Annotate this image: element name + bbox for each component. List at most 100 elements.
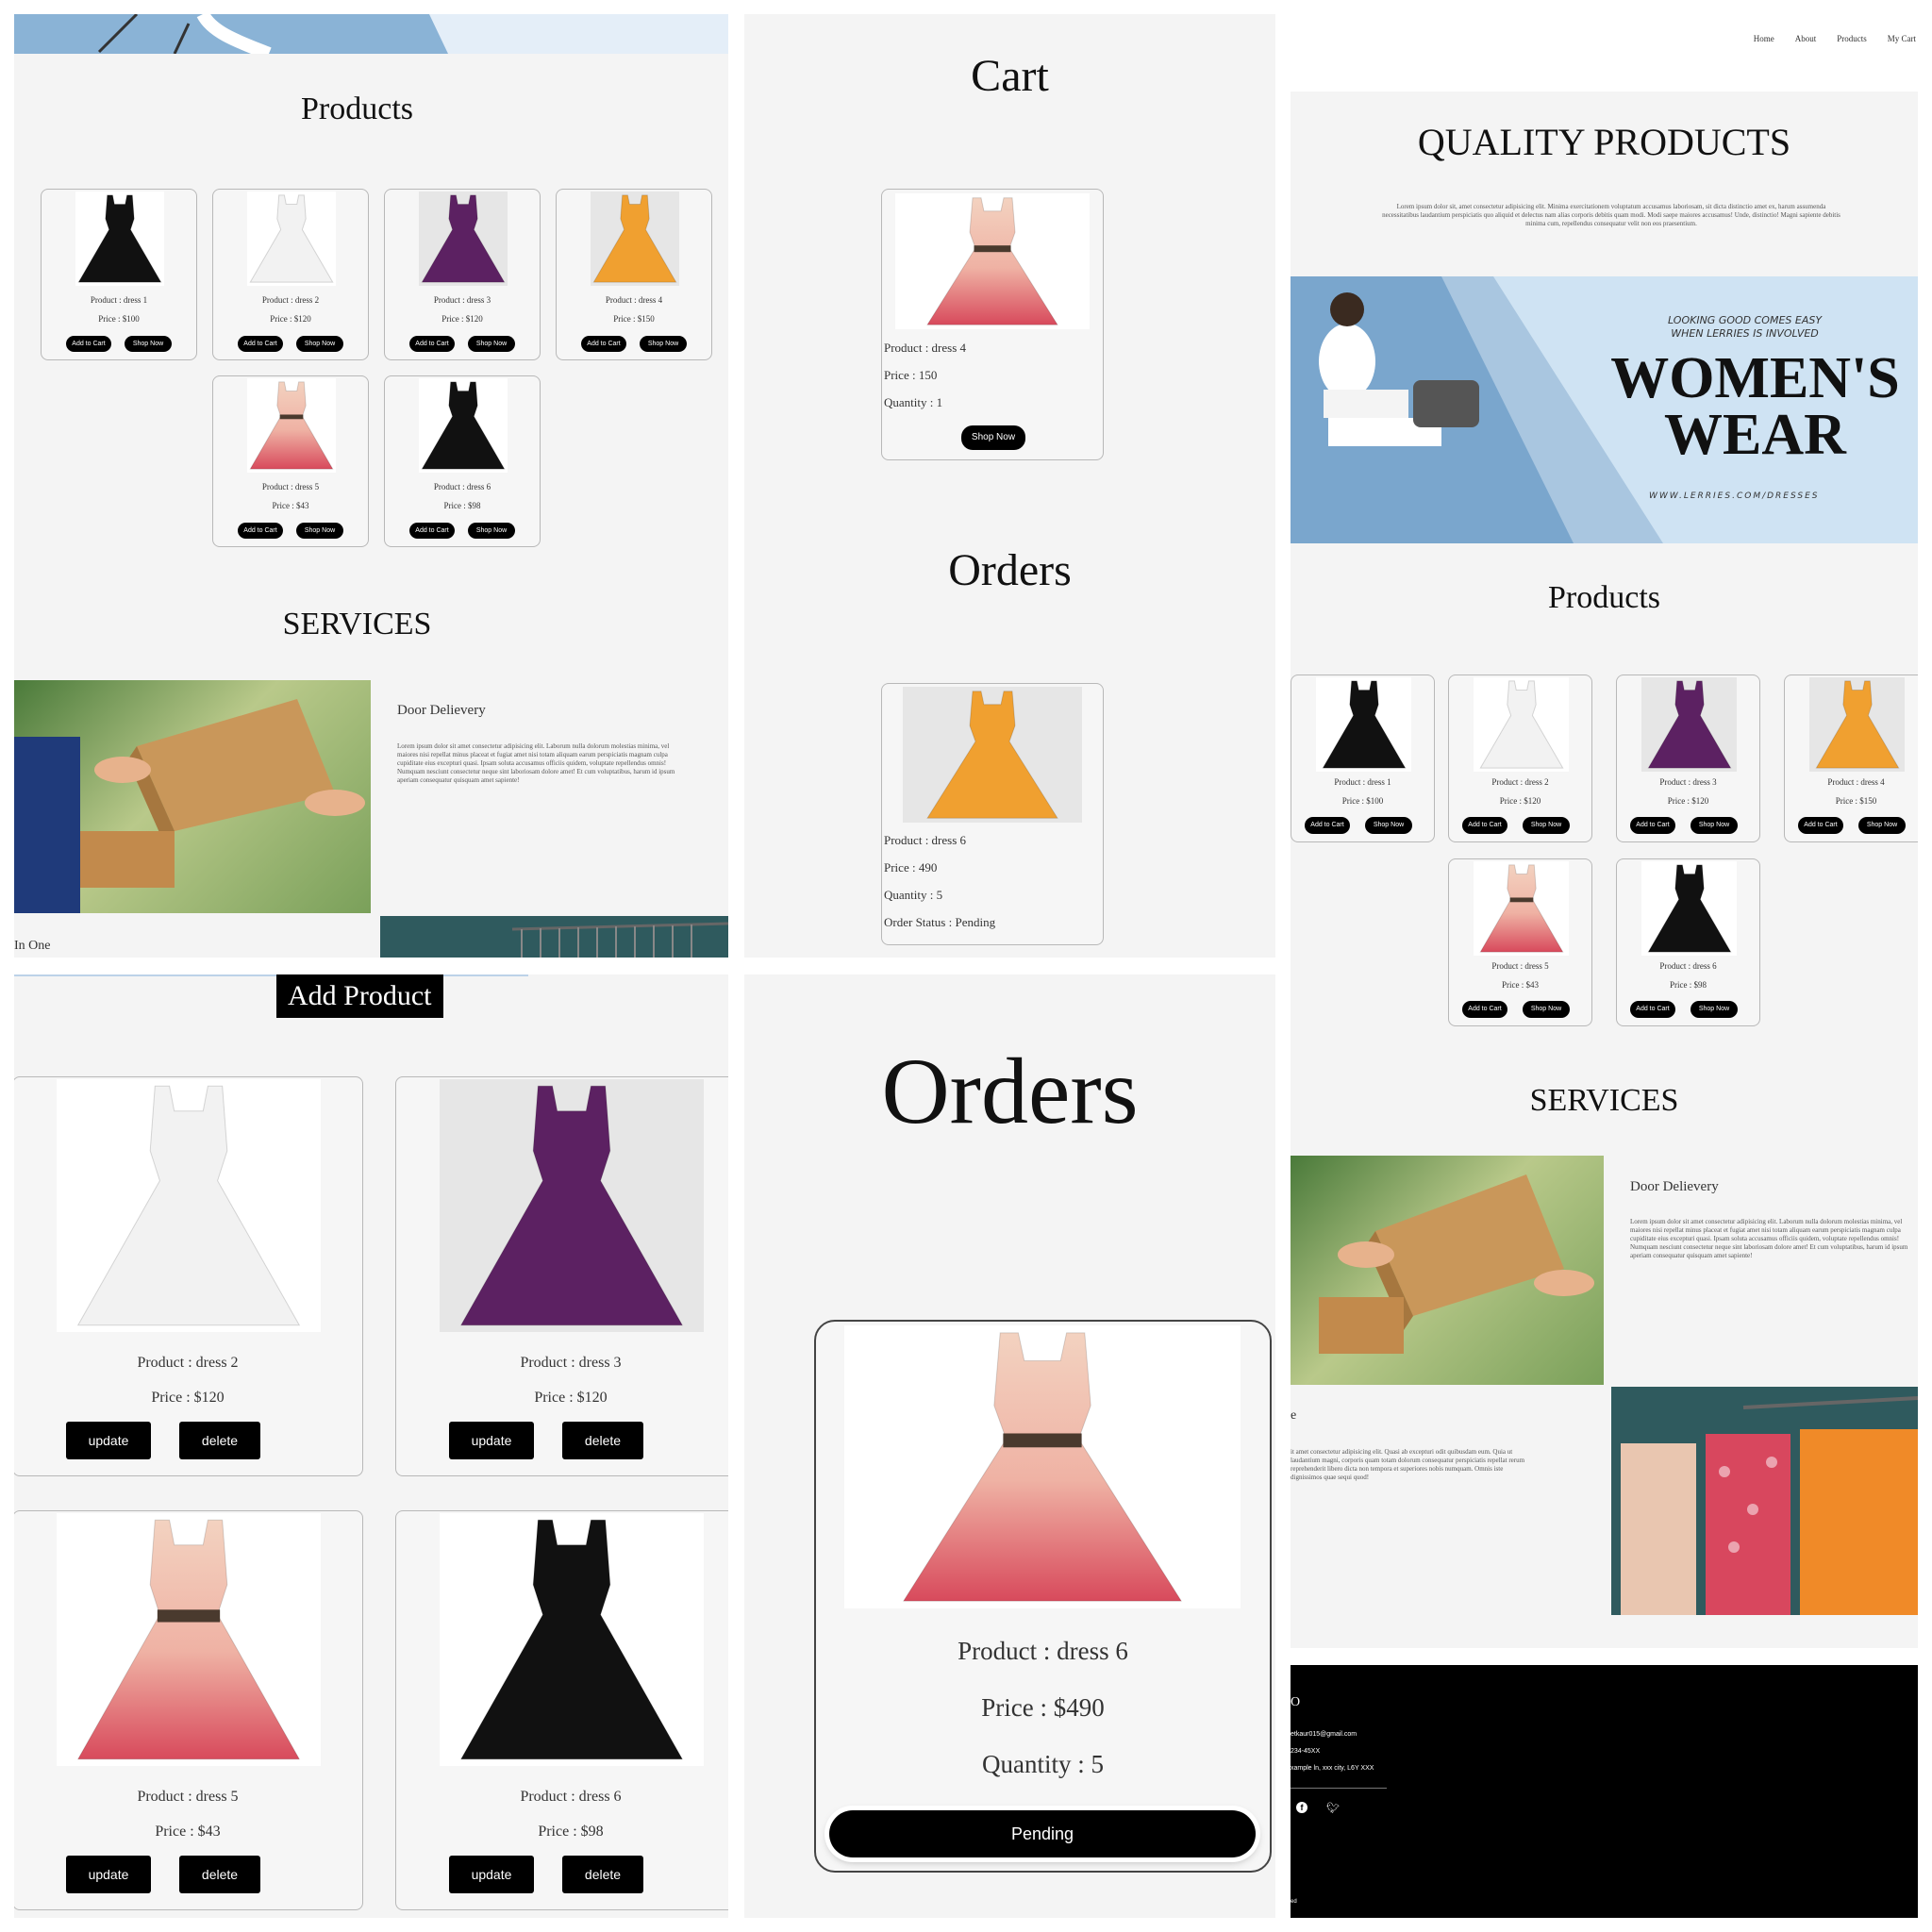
add-to-cart-button[interactable]: Add to Cart: [238, 336, 283, 352]
product-price: Price : $120: [270, 314, 311, 324]
delete-button[interactable]: delete: [179, 1422, 260, 1459]
dress-illustration: [76, 1519, 301, 1760]
dress-illustration: [1478, 680, 1564, 769]
dress-shape: [459, 1519, 684, 1760]
add-to-cart-button[interactable]: Add to Cart: [409, 523, 455, 539]
dress-illustration: [76, 1085, 301, 1326]
product-card: Product : dress 3 Price : $120 update delet…: [395, 1076, 728, 1476]
dress-illustration: [421, 381, 506, 470]
shop-now-button[interactable]: Shop Now: [1690, 817, 1738, 834]
home-service-title: Door Delievery: [1630, 1179, 1719, 1194]
update-button[interactable]: update: [66, 1422, 151, 1459]
dress-shape: [1478, 864, 1564, 953]
update-button[interactable]: update: [449, 1856, 534, 1893]
product-price: Price : $43: [272, 501, 309, 510]
product-card: Product : dress 1 Price : $100 Add to Cart…: [41, 189, 197, 360]
home-clothes-rack-image: [1611, 1387, 1918, 1615]
services-heading: SERVICES: [282, 607, 432, 641]
nav-about[interactable]: About: [1795, 34, 1817, 43]
dress-shape: [926, 691, 1058, 819]
nav-products[interactable]: Products: [1837, 34, 1867, 43]
nav-my-cart[interactable]: My Cart: [1888, 34, 1916, 43]
banner-url: WWW.LERRIES.COM/DRESSES: [1649, 491, 1820, 501]
shop-now-button[interactable]: Shop Now: [961, 425, 1025, 450]
order-status-button[interactable]: Pending: [829, 1810, 1256, 1857]
product-name: Product : dress 2: [1491, 777, 1549, 787]
product-card: Product : dress 5 Price : $43 Add to Cart S…: [212, 375, 369, 547]
dress-illustration: [421, 194, 506, 283]
order-product: Product : dress 6: [958, 1637, 1128, 1665]
dress-shape: [926, 197, 1058, 325]
shop-now-button[interactable]: Shop Now: [640, 336, 687, 352]
product-card: Product : dress 2 Price : $120 update delet…: [14, 1076, 363, 1476]
product-image: [247, 378, 336, 473]
shop-now-button[interactable]: Shop Now: [125, 336, 172, 352]
product-name: Product : dress 6: [1659, 961, 1717, 971]
orders-heading: Orders: [948, 545, 1072, 595]
dress-illustration: [1646, 680, 1732, 769]
product-price: Price : $120: [534, 1390, 608, 1406]
product-image: [1809, 677, 1905, 772]
order-item-status: Order Status : Pending: [884, 915, 996, 929]
door-delivery-image: [14, 680, 371, 913]
shop-now-button[interactable]: Shop Now: [468, 523, 515, 539]
home-service2-description: it amet consectetur adipisicing elit. Qu…: [1291, 1448, 1525, 1481]
product-image: [440, 1513, 704, 1766]
delete-button[interactable]: delete: [562, 1856, 643, 1893]
footer-address: xample ln, xxx city, L6Y XXX: [1291, 1765, 1374, 1772]
add-to-cart-button[interactable]: Add to Cart: [1798, 817, 1843, 834]
update-button[interactable]: update: [449, 1422, 534, 1459]
banner-tagline: LOOKING GOOD COMES EASY WHEN LERRIES IS I…: [1668, 314, 1822, 341]
add-to-cart-button[interactable]: Add to Cart: [1630, 817, 1675, 834]
product-name: Product : dress 5: [261, 482, 320, 491]
add-to-cart-button[interactable]: Add to Cart: [1462, 817, 1507, 834]
add-to-cart-button[interactable]: Add to Cart: [238, 523, 283, 539]
dress-shape: [421, 194, 506, 283]
dress-shape: [249, 194, 334, 283]
product-price: Price : $150: [1835, 796, 1877, 806]
cart-item-product: Product : dress 4: [884, 341, 967, 355]
twitter-icon[interactable]: 🐦︎: [1326, 1802, 1340, 1814]
dress-belt: [279, 414, 304, 420]
shop-now-button[interactable]: Shop Now: [296, 523, 343, 539]
product-card: Product : dress 6 Price : $98 Add to Cart S…: [384, 375, 541, 547]
footer-copyright: ed: [1291, 1899, 1297, 1905]
shop-now-button[interactable]: Shop Now: [1523, 817, 1570, 834]
dress-illustration: [1646, 864, 1732, 953]
shop-now-button[interactable]: Shop Now: [1523, 1001, 1570, 1018]
product-name: Product : dress 6: [520, 1789, 622, 1805]
footer-logo: O: [1291, 1695, 1301, 1709]
order-item-product: Product : dress 6: [884, 833, 967, 847]
product-name: Product : dress 2: [137, 1355, 239, 1371]
shop-now-button[interactable]: Shop Now: [468, 336, 515, 352]
add-to-cart-button[interactable]: Add to Cart: [409, 336, 455, 352]
product-name: Product : dress 3: [520, 1355, 622, 1371]
dress-illustration: [77, 194, 162, 283]
product-image: [1474, 861, 1569, 956]
update-button[interactable]: update: [66, 1856, 151, 1893]
dress-belt: [1003, 1433, 1082, 1448]
add-to-cart-button[interactable]: Add to Cart: [581, 336, 626, 352]
add-to-cart-button[interactable]: Add to Cart: [1462, 1001, 1507, 1018]
home-service2-title: e: [1291, 1408, 1297, 1423]
home-service-description: Lorem ipsum dolor sit amet consectetur a…: [1630, 1218, 1908, 1259]
shop-now-button[interactable]: Shop Now: [1365, 817, 1412, 834]
shop-now-button[interactable]: Shop Now: [296, 336, 343, 352]
order-price: Price : $490: [981, 1693, 1105, 1722]
dress-illustration: [459, 1519, 684, 1760]
add-to-cart-button[interactable]: Add to Cart: [66, 336, 111, 352]
products-panel: Products Product : dress 1 Price : $100 Ad…: [14, 14, 728, 958]
delete-button[interactable]: delete: [562, 1422, 643, 1459]
nav-home[interactable]: Home: [1754, 34, 1774, 43]
facebook-icon[interactable]: f: [1296, 1802, 1307, 1813]
shop-now-button[interactable]: Shop Now: [1690, 1001, 1738, 1018]
add-to-cart-button[interactable]: Add to Cart: [1630, 1001, 1675, 1018]
delete-button[interactable]: delete: [179, 1856, 260, 1893]
quality-description: Lorem ipsum dolor sit, amet consectetur …: [1382, 203, 1840, 227]
banner-tagline-2: WHEN LERRIES IS INVOLVED: [1671, 327, 1819, 340]
home-services-heading: SERVICES: [1529, 1083, 1679, 1118]
shop-now-button[interactable]: Shop Now: [1858, 817, 1906, 834]
product-image: [1474, 677, 1569, 772]
add-to-cart-button[interactable]: Add to Cart: [1305, 817, 1350, 834]
product-price: Price : $98: [443, 501, 481, 510]
